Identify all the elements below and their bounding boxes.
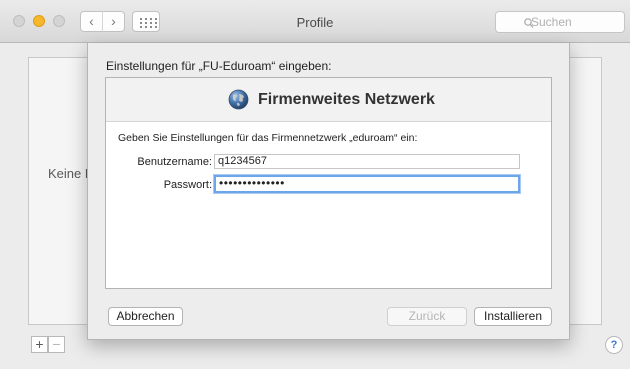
profile-settings-sheet: Einstellungen für „FU-Eduroam“ eingeben:: [87, 43, 570, 340]
search-field[interactable]: Suchen: [495, 11, 625, 33]
network-banner: Firmenweites Netzwerk: [106, 78, 551, 122]
password-label: Passwort:: [163, 179, 212, 191]
back-step-button[interactable]: Zurück: [387, 307, 467, 326]
install-button[interactable]: Installieren: [474, 307, 552, 326]
instruction-text: Geben Sie Einstellungen für das Firmenne…: [118, 132, 418, 144]
help-button[interactable]: ?: [605, 336, 623, 354]
search-icon: [524, 15, 534, 35]
cancel-button[interactable]: Abbrechen: [108, 307, 183, 326]
window-titlebar: ‹ › Profile Suchen: [0, 0, 630, 43]
settings-panel: Firmenweites Netzwerk Geben Sie Einstell…: [105, 77, 552, 289]
username-field[interactable]: q1234567: [214, 154, 520, 169]
network-globe-icon: [228, 89, 249, 110]
add-profile-button[interactable]: +: [31, 336, 48, 353]
network-banner-title: Firmenweites Netzwerk: [258, 91, 435, 108]
sheet-heading: Einstellungen für „FU-Eduroam“ eingeben:: [106, 59, 332, 73]
password-field[interactable]: ••••••••••••••: [214, 175, 520, 193]
search-placeholder: Suchen: [531, 15, 572, 29]
remove-profile-button[interactable]: −: [48, 336, 65, 353]
username-label: Benutzername:: [137, 156, 212, 168]
